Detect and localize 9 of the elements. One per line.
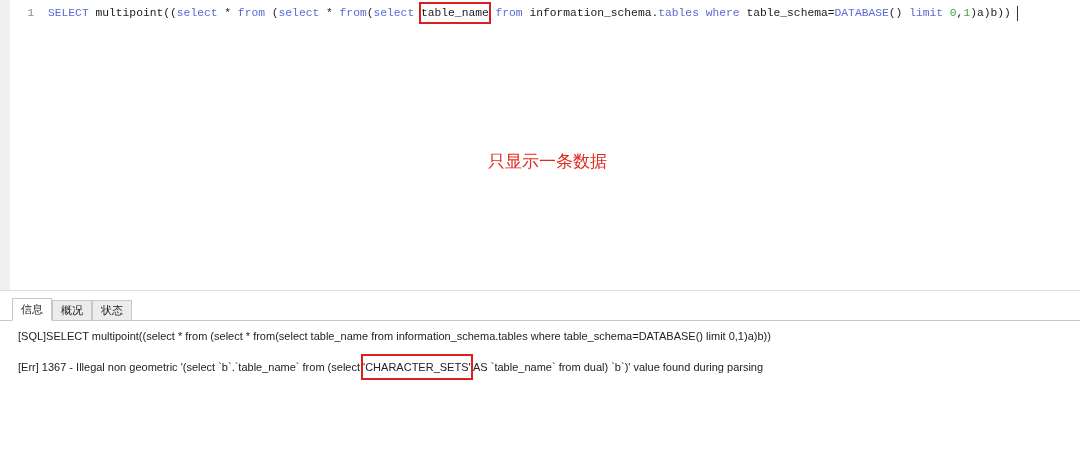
panel-tab[interactable]: 信息 <box>12 298 52 321</box>
panel-tab[interactable]: 状态 <box>92 300 132 321</box>
panel-tab[interactable]: 概况 <box>52 300 92 321</box>
annotation-text: 只显示一条数据 <box>487 151 607 174</box>
code-line: SELECT multipoint((select * from (select * from(select table_name from information_schema.tables where table_schema=DATABASE() limit 0,1)a)b)) <box>48 4 1011 22</box>
message-line: [SQL]SELECT multipoint((select * from (select * from(select table_name from information_schema.tables where table_schema=DATABASE() limit 0,1)a)b)) <box>18 328 772 344</box>
text-cursor <box>1016 5 1018 21</box>
message-line: [Err] 1367 - Illegal non geometric '(select `b`.`table_name` from (select 'CHARACTER_SETS' AS `table_name` from dual) `b`)' value found during parsing <box>18 354 1080 380</box>
line-number: 1 <box>26 5 35 21</box>
